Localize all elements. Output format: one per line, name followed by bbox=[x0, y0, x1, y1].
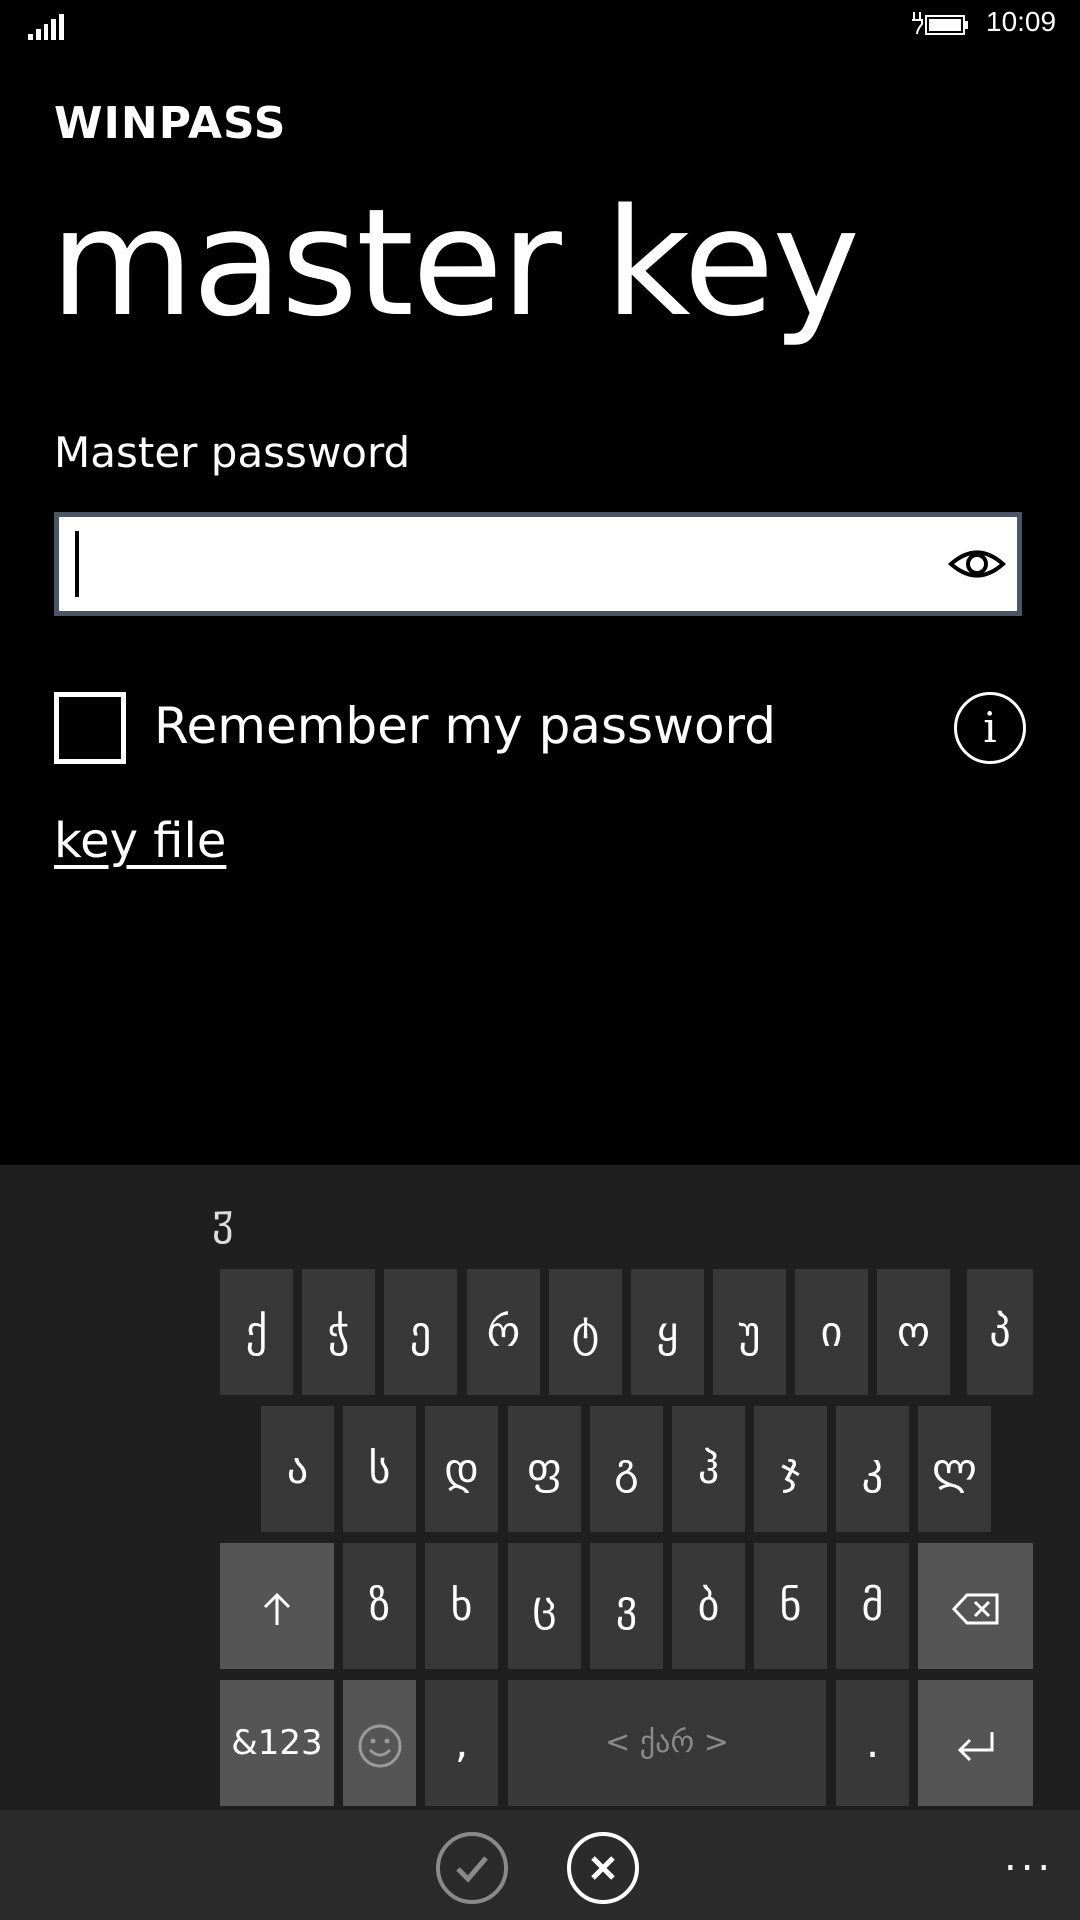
signal-bars-icon bbox=[28, 12, 64, 40]
password-label: Master password bbox=[54, 428, 411, 477]
password-input[interactable] bbox=[54, 512, 1022, 616]
backspace-icon bbox=[951, 1593, 998, 1624]
status-bar: 10:09 bbox=[0, 0, 1080, 50]
key[interactable]: ქ bbox=[220, 1269, 293, 1395]
text-caret bbox=[75, 531, 79, 597]
emoji-key[interactable] bbox=[343, 1680, 416, 1806]
key[interactable]: ბ bbox=[672, 1543, 745, 1669]
app-title: WINPASS bbox=[54, 98, 287, 149]
space-key[interactable]: < ქარ > bbox=[508, 1680, 826, 1806]
key[interactable]: ჯ bbox=[754, 1406, 827, 1532]
period-key[interactable]: . bbox=[836, 1680, 909, 1806]
symbols-key[interactable]: &123 bbox=[220, 1680, 334, 1806]
key[interactable]: ს bbox=[343, 1406, 416, 1532]
key[interactable]: ფ bbox=[508, 1406, 581, 1532]
key[interactable]: ჰ bbox=[672, 1406, 745, 1532]
remember-password-label[interactable]: Remember my password bbox=[154, 697, 776, 755]
key[interactable]: ლ bbox=[918, 1406, 991, 1532]
cancel-button[interactable] bbox=[567, 1832, 639, 1904]
key[interactable]: რ bbox=[467, 1269, 540, 1395]
key[interactable]: ტ bbox=[549, 1269, 622, 1395]
backspace-key[interactable] bbox=[918, 1543, 1033, 1669]
key[interactable]: უ bbox=[713, 1269, 786, 1395]
arrow-up-icon bbox=[263, 1592, 291, 1625]
battery-charging-icon bbox=[912, 12, 968, 35]
eye-icon[interactable] bbox=[947, 539, 1007, 589]
key[interactable]: მ bbox=[836, 1543, 909, 1669]
key[interactable]: კ bbox=[836, 1406, 909, 1532]
remember-password-checkbox[interactable] bbox=[54, 692, 126, 764]
info-icon[interactable]: i bbox=[954, 692, 1026, 764]
enter-icon bbox=[957, 1731, 993, 1761]
key[interactable]: გ bbox=[590, 1406, 663, 1532]
key[interactable]: ზ bbox=[343, 1543, 416, 1669]
more-button[interactable]: ... bbox=[1004, 1834, 1054, 1880]
smiley-icon bbox=[358, 1724, 401, 1767]
comma-key[interactable]: , bbox=[425, 1680, 498, 1806]
key[interactable]: ყ bbox=[631, 1269, 704, 1395]
key[interactable]: ა bbox=[261, 1406, 334, 1532]
page-title: master key bbox=[50, 177, 860, 349]
key[interactable]: ე bbox=[384, 1269, 457, 1395]
key[interactable]: ც bbox=[508, 1543, 581, 1669]
key[interactable]: ჭ bbox=[302, 1269, 375, 1395]
key[interactable]: ვ bbox=[590, 1543, 663, 1669]
key[interactable]: ო bbox=[877, 1269, 950, 1395]
app-bar: ... bbox=[0, 1810, 1080, 1920]
key-file-link[interactable]: key file bbox=[54, 813, 226, 869]
key[interactable]: დ bbox=[425, 1406, 498, 1532]
on-screen-keyboard: ჳ ქ ჭ ე რ ტ ყ უ ი ო პ ა ს დ ფ გ ჰ ჯ კ ლ … bbox=[0, 1165, 1080, 1810]
key[interactable]: პ bbox=[967, 1269, 1033, 1395]
close-icon bbox=[591, 1856, 615, 1880]
key[interactable]: ნ bbox=[754, 1543, 827, 1669]
ok-button[interactable] bbox=[436, 1832, 508, 1904]
clock: 10:09 bbox=[986, 6, 1057, 37]
key[interactable]: ხ bbox=[425, 1543, 498, 1669]
enter-key[interactable] bbox=[918, 1680, 1033, 1806]
checkmark-icon bbox=[456, 1856, 488, 1883]
shift-key[interactable] bbox=[220, 1543, 334, 1669]
suggestion-item[interactable]: ჳ bbox=[212, 1195, 233, 1244]
key[interactable]: ი bbox=[795, 1269, 868, 1395]
